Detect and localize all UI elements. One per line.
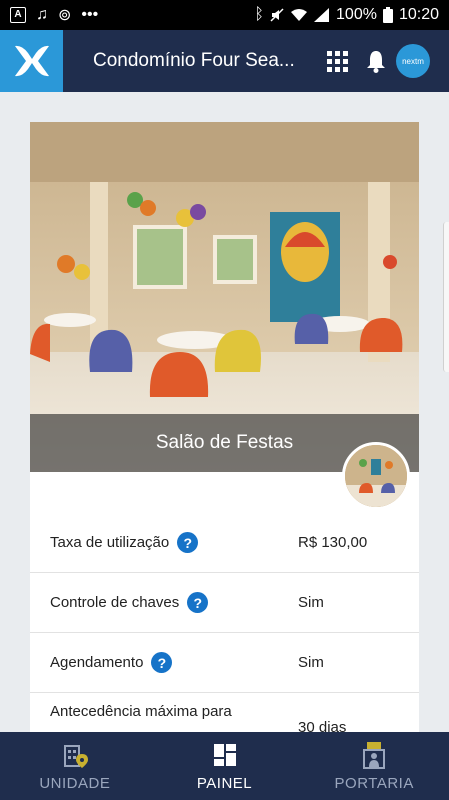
a-icon: A <box>10 7 26 23</box>
concierge-door-icon <box>363 741 386 769</box>
row-label: Taxa de utilização <box>50 534 170 551</box>
help-icon[interactable]: ? <box>177 532 199 553</box>
row-value: Sim <box>298 654 324 671</box>
bell-icon[interactable] <box>366 49 386 73</box>
row-label: Controle de chaves <box>50 594 180 611</box>
help-icon[interactable]: ? <box>187 592 209 613</box>
apps-grid-icon[interactable] <box>327 50 348 72</box>
list-item: Controle de chaves ? Sim <box>30 573 419 633</box>
list-item: Agendamento ? Sim <box>30 633 419 693</box>
wifi-icon <box>291 9 308 21</box>
row-value: R$ 130,00 <box>298 534 368 551</box>
x-logo-icon <box>14 45 49 77</box>
page-title: Condomínio Four Sea... <box>93 50 295 71</box>
sync-icon: ⊚ <box>58 7 72 24</box>
nav-unidade[interactable]: UNIDADE <box>0 732 150 800</box>
nav-label: PORTARIA <box>334 774 414 792</box>
battery-level: 100% <box>336 6 377 23</box>
avatar[interactable]: nextm <box>396 44 430 78</box>
bluetooth-icon: ᛒ <box>254 6 265 23</box>
list-item: Taxa de utilização ? R$ 130,00 <box>30 513 419 573</box>
hero-image: Salão de Festas <box>30 122 419 472</box>
signal-icon <box>314 8 330 22</box>
mute-icon <box>270 8 284 22</box>
app-header: Condomínio Four Sea... nextm <box>0 30 449 92</box>
app-logo[interactable] <box>0 30 63 92</box>
row-value: Sim <box>298 594 324 611</box>
dashboard-icon <box>213 743 236 766</box>
help-icon[interactable]: ? <box>151 652 173 673</box>
battery-icon <box>382 7 393 23</box>
nav-portaria[interactable]: PORTARIA <box>299 732 449 800</box>
amenity-thumbnail[interactable] <box>342 442 410 510</box>
row-label: Antecedência máxima para <box>50 703 232 720</box>
nav-painel[interactable]: PAINEL <box>150 732 300 800</box>
amenity-card: Salão de Festas Taxa de utilização ? R$ … <box>30 122 419 742</box>
bottom-navigation: UNIDADE PAINEL PORTARIA <box>0 732 449 800</box>
clock: 10:20 <box>398 6 439 23</box>
more-dots-icon: ••• <box>81 6 99 23</box>
building-location-icon <box>63 744 88 768</box>
nav-label: PAINEL <box>196 774 253 792</box>
music-icon: ♫ <box>36 6 48 23</box>
amenity-details: Taxa de utilização ? R$ 130,00 Controle … <box>30 513 419 742</box>
edge-panel-handle[interactable] <box>443 222 449 372</box>
status-bar: A ♫ ⊚ ••• ᛒ 100% 10:20 <box>0 0 449 30</box>
nav-label: UNIDADE <box>39 774 111 792</box>
row-label: Agendamento <box>50 654 144 671</box>
